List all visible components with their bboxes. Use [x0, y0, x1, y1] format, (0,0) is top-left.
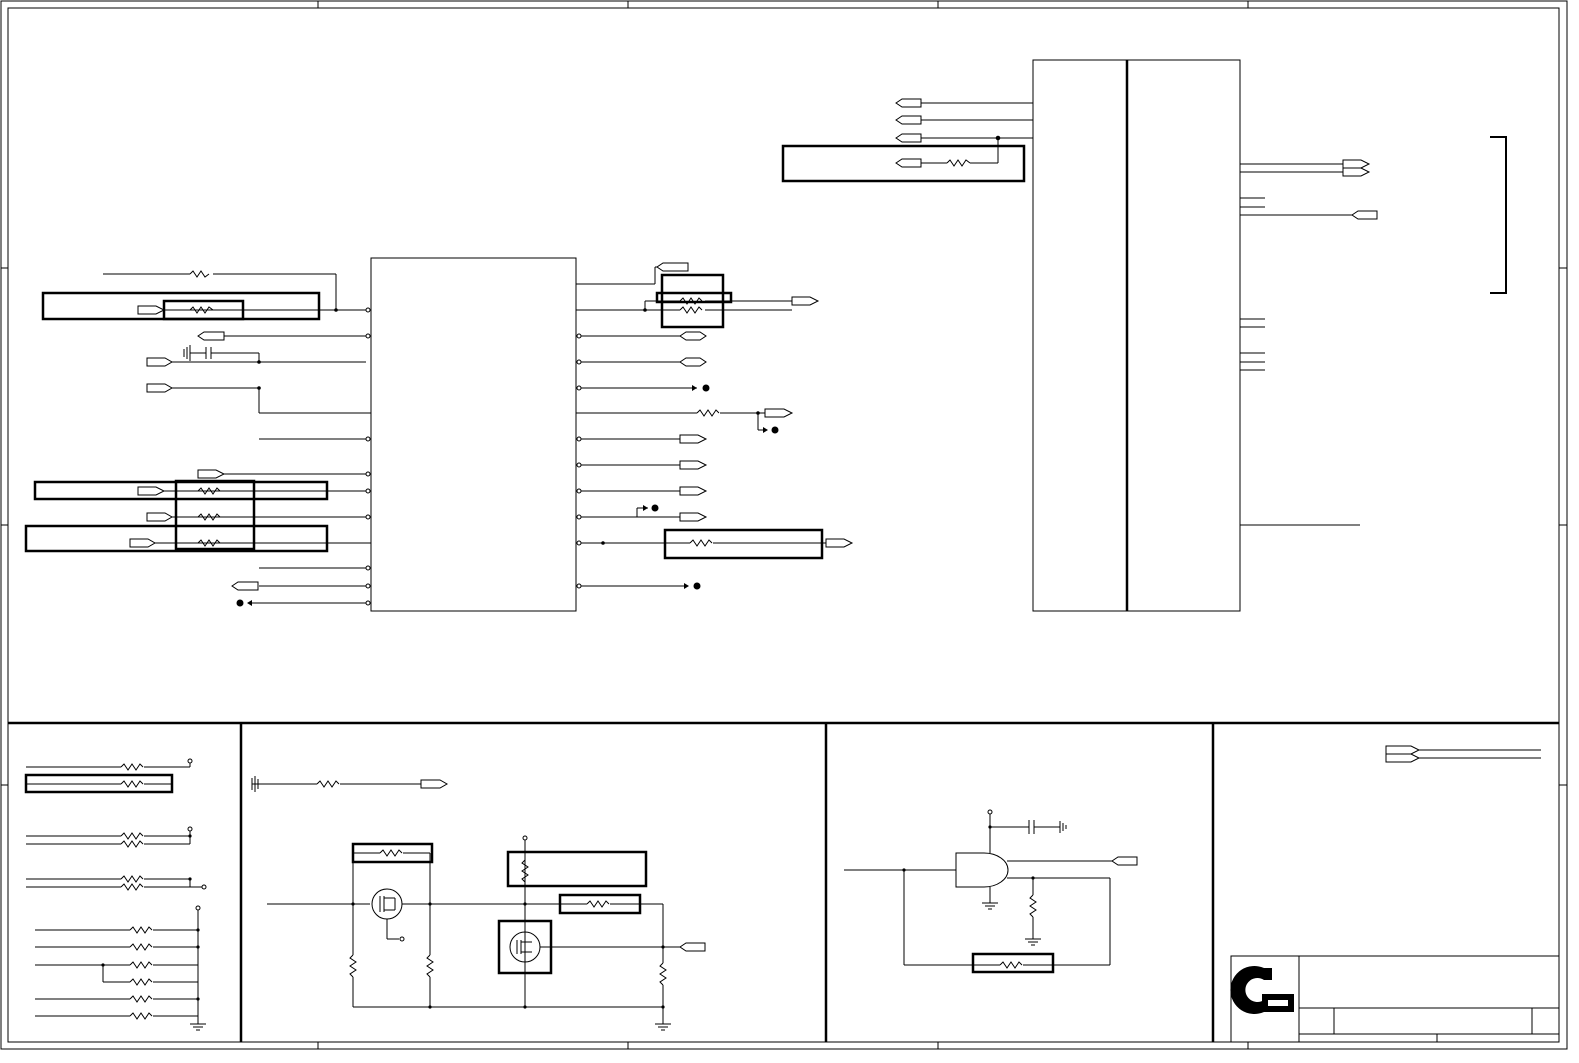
port-icon	[1385, 753, 1421, 763]
port-icon	[146, 357, 174, 367]
and-gate-section	[844, 809, 1138, 969]
connector-ports	[895, 98, 1378, 220]
company-logo-icon	[1230, 965, 1294, 1014]
resistor-icon	[1029, 894, 1037, 918]
resistor-icon	[696, 409, 720, 417]
resistor-icon	[129, 1012, 153, 1020]
port-icon	[895, 158, 922, 168]
port-icon	[146, 383, 174, 393]
resistor-icon	[349, 954, 357, 978]
right-ports	[656, 262, 854, 548]
test-point-icon	[651, 504, 659, 512]
port-icon	[791, 296, 820, 306]
left-highlight-boxes	[24, 291, 329, 553]
port-icon	[895, 115, 922, 125]
resistor-icon	[120, 875, 144, 883]
resistor-icon	[129, 926, 153, 934]
port-icon	[679, 486, 708, 496]
port-icon	[679, 434, 708, 444]
resistor-icon	[120, 763, 144, 771]
port-icon	[679, 512, 708, 522]
and-gate-icon	[955, 852, 1009, 888]
resistor-icon	[120, 780, 144, 788]
port-icon	[679, 460, 708, 470]
port-icon	[420, 779, 449, 789]
port-icon	[1342, 167, 1371, 177]
resistor-icon	[120, 883, 144, 891]
and-gate-highlight	[971, 952, 1055, 974]
mosfet-highlight-boxes	[351, 842, 648, 975]
main-ic-right-pins	[576, 333, 582, 589]
main-ic-body	[370, 257, 577, 612]
resistor-icon	[129, 995, 153, 1003]
port-icon	[895, 133, 922, 143]
resistor-icon	[120, 832, 144, 840]
resistor-icon	[426, 954, 434, 978]
main-ic-right-wires	[576, 266, 826, 587]
port-icon	[679, 357, 707, 367]
resistor-icon	[586, 900, 610, 908]
resistor-bank-section	[26, 758, 207, 1024]
test-point-icon	[236, 599, 244, 607]
port-icon	[197, 331, 225, 341]
ground-icon	[189, 1023, 207, 1031]
mosfet-junctions	[351, 902, 665, 1009]
resistor-icon	[999, 961, 1023, 969]
port-icon	[1351, 210, 1378, 220]
mosfet-icon	[371, 888, 403, 920]
port-icon	[137, 305, 166, 315]
resistor-icon	[129, 978, 153, 986]
resistor-icon	[679, 306, 703, 314]
schematic-sheet	[0, 0, 1579, 1059]
port-icon	[1111, 856, 1138, 866]
schematic-drawing	[0, 0, 1568, 1050]
port-icon	[231, 581, 259, 591]
port-icon	[1385, 745, 1421, 755]
port-icon	[146, 512, 174, 522]
main-ic-left-pins	[365, 307, 371, 606]
right-test-points	[601, 308, 779, 590]
ground-icon	[1024, 938, 1042, 946]
connector-block	[920, 59, 1507, 612]
resistor-icon	[129, 943, 153, 951]
port-icon	[895, 98, 922, 108]
resistor-icon	[120, 840, 144, 848]
main-ic-block	[365, 257, 582, 612]
section-dividers	[8, 721, 1559, 1042]
mosfet-section	[251, 776, 706, 1024]
left-ports	[129, 305, 259, 591]
port-icon	[656, 262, 689, 272]
resistor-icon	[129, 961, 153, 969]
test-point-icon	[771, 426, 779, 434]
port-icon	[764, 408, 794, 418]
port-icon	[679, 331, 707, 341]
resistor-icon	[689, 539, 713, 547]
port-icon	[679, 942, 706, 952]
resistor-icon	[379, 849, 403, 857]
test-point-icon	[702, 384, 710, 392]
resistor-icon	[659, 962, 667, 986]
ground-icon	[654, 1023, 672, 1031]
test-point-icon	[693, 582, 701, 590]
port-icon	[129, 538, 157, 548]
port-icon	[1342, 159, 1371, 169]
resistor-icon	[946, 159, 971, 167]
left-resistors	[189, 306, 221, 547]
port-icon	[825, 538, 854, 548]
ground-icon	[981, 902, 999, 910]
connector-body	[1032, 59, 1241, 612]
resistor-icon	[316, 780, 340, 788]
main-ic-left-wires	[103, 270, 371, 604]
resistor-bank-junctions	[101, 834, 200, 1001]
port-icon	[197, 469, 226, 479]
resistor-icon	[189, 270, 210, 278]
port-icon	[137, 486, 166, 496]
